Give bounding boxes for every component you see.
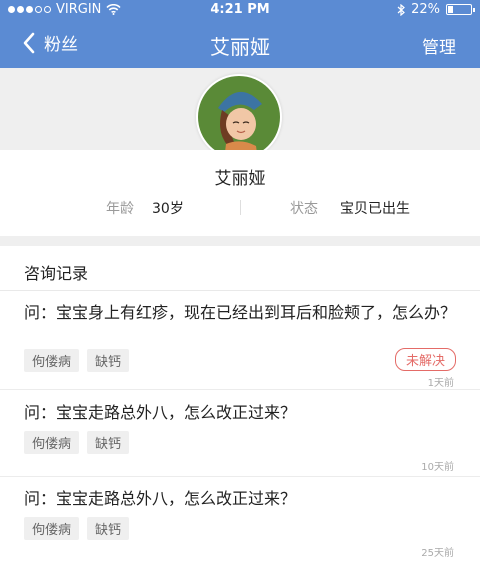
status-right: 22% (397, 2, 475, 17)
page-title: 艾丽娅 (210, 35, 270, 59)
consultation-records: 咨询记录 问：宝宝身上有红疹，现在已经出到耳后和脸颊了，怎么办？ 佝偻病 缺钙 … (0, 246, 480, 566)
record-item[interactable]: 问：宝宝走路总外八，怎么改正过来？ 佝偻病 缺钙 25天前 (0, 482, 480, 562)
tag[interactable]: 缺钙 (87, 517, 130, 540)
divider (0, 389, 480, 390)
record-tags: 佝偻病 缺钙 (24, 431, 130, 454)
profile-info-row: 年龄 30岁 状态 宝贝已出生 (0, 198, 480, 218)
battery-icon (446, 4, 475, 15)
status-bar: VIRGIN 4:21 PM 22% (0, 0, 480, 20)
age-value: 30岁 (152, 201, 184, 217)
record-item[interactable]: 问：宝宝走路总外八，怎么改正过来？ 佝偻病 缺钙 10天前 (0, 396, 480, 476)
profile-name: 艾丽娅 (214, 169, 266, 189)
tag[interactable]: 佝偻病 (24, 349, 80, 372)
status-badge: 未解决 (394, 348, 456, 371)
status-value: 宝贝已出生 (340, 201, 410, 217)
record-tags: 佝偻病 缺钙 (24, 517, 130, 540)
record-question: 问：宝宝走路总外八，怎么改正过来？ (24, 489, 297, 508)
avatar-area (0, 68, 480, 160)
avatar[interactable] (196, 74, 282, 160)
record-question: 问：宝宝走路总外八，怎么改正过来？ (24, 403, 297, 422)
bluetooth-icon (397, 3, 406, 16)
tag[interactable]: 佝偻病 (24, 431, 80, 454)
profile-card: 艾丽娅 年龄 30岁 状态 宝贝已出生 (0, 150, 480, 236)
record-time: 10天前 (421, 462, 454, 473)
tag[interactable]: 缺钙 (87, 349, 130, 372)
record-tags: 佝偻病 缺钙 (24, 349, 130, 372)
manage-button[interactable]: 管理 (422, 33, 456, 58)
battery-percent: 22% (411, 2, 440, 17)
divider (0, 290, 480, 291)
age-label: 年龄 (106, 201, 134, 217)
avatar-illustration (198, 76, 280, 160)
record-time: 1天前 (427, 378, 454, 389)
status-label: 状态 (290, 201, 318, 217)
divider (0, 476, 480, 477)
record-time: 25天前 (421, 548, 454, 559)
nav-bar: 粉丝 艾丽娅 管理 (0, 20, 480, 68)
record-item[interactable]: 问：宝宝身上有红疹，现在已经出到耳后和脸颊了，怎么办？ 佝偻病 缺钙 未解决 1… (0, 298, 480, 389)
tag[interactable]: 佝偻病 (24, 517, 80, 540)
tag[interactable]: 缺钙 (87, 431, 130, 454)
record-question: 问：宝宝身上有红疹，现在已经出到耳后和脸颊了，怎么办？ (24, 303, 457, 322)
records-title: 咨询记录 (24, 264, 89, 283)
info-divider (240, 200, 241, 215)
